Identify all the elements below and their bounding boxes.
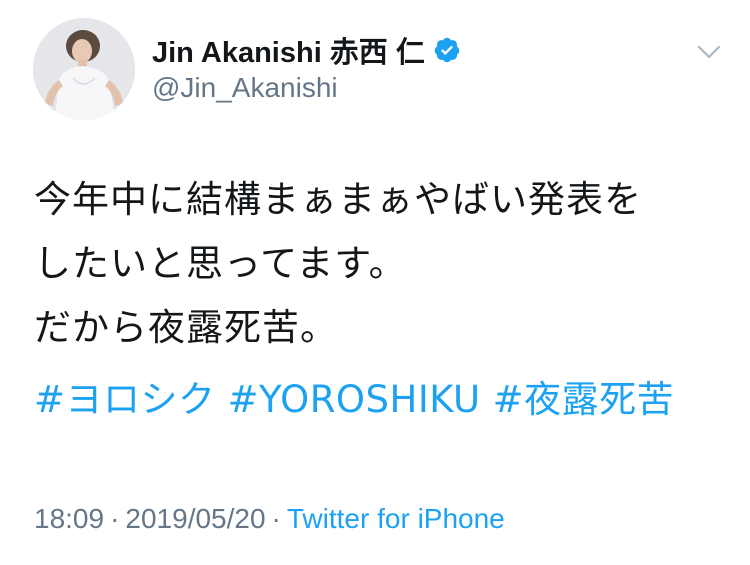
hashtag-list: #ヨロシク #YOROSHIKU #夜露死苦 [34, 372, 686, 428]
verified-badge-icon [433, 36, 461, 64]
meta-separator: · [110, 503, 120, 534]
tweet-source-link[interactable]: Twitter for iPhone [287, 503, 505, 534]
tweet-time[interactable]: 18:09 [34, 503, 104, 534]
name-row: Jin Akanishi 赤西 仁 [152, 30, 461, 70]
hashtag-link[interactable]: #ヨロシク [34, 378, 216, 421]
display-name[interactable]: Jin Akanishi 赤西 仁 [152, 29, 425, 71]
avatar[interactable] [33, 18, 135, 120]
tweet-metadata: 18:09 · 2019/05/20 · Twitter for iPhone [34, 503, 505, 535]
tweet-text: 今年中に結構まぁまぁやばい発表を したいと思ってます。 だから夜露死苦。 [34, 168, 724, 360]
hashtag-link[interactable]: #夜露死苦 [493, 378, 675, 421]
tweet-text-line: 今年中に結構まぁまぁやばい発表を [34, 178, 642, 221]
meta-separator: · [271, 503, 281, 534]
tweet-card: Jin Akanishi 赤西 仁 @Jin_Akanishi 今年中に結構まぁ… [0, 0, 750, 565]
tweet-text-line: したいと思ってます。 [34, 242, 407, 285]
hashtag-link[interactable]: #YOROSHIKU [228, 378, 481, 421]
author-block: Jin Akanishi 赤西 仁 @Jin_Akanishi [152, 30, 461, 104]
chevron-down-icon[interactable] [693, 40, 725, 64]
username-handle[interactable]: @Jin_Akanishi [152, 72, 461, 104]
tweet-text-line: だから夜露死苦。 [34, 306, 338, 349]
avatar-photo [33, 18, 135, 120]
tweet-date[interactable]: 2019/05/20 [125, 503, 265, 534]
